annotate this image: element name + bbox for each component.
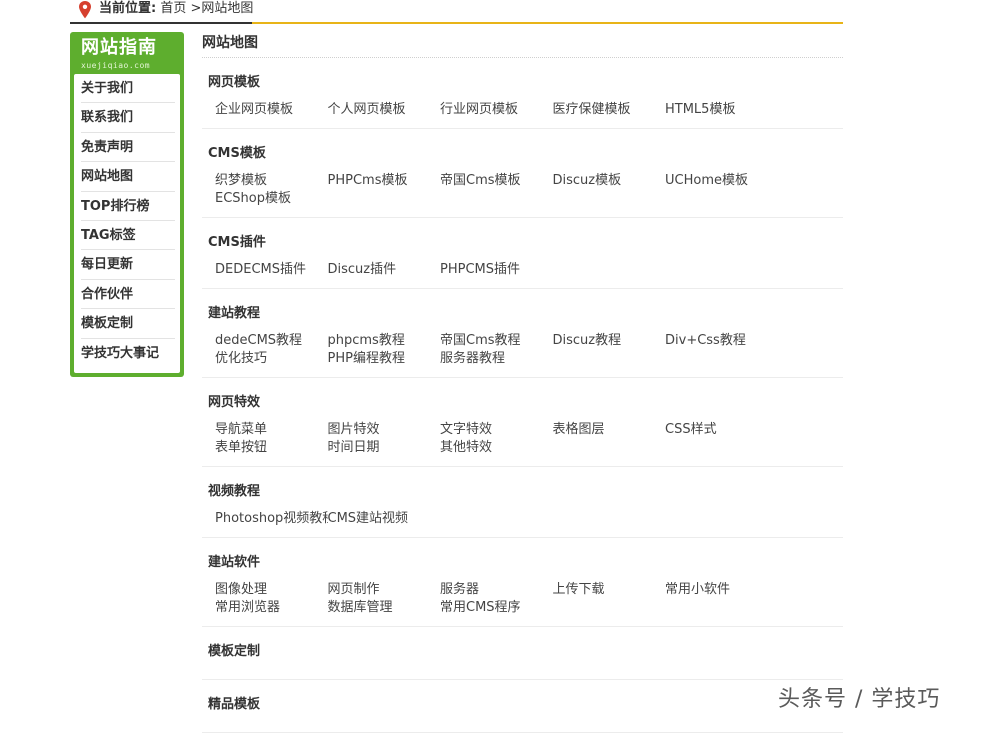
section-links: DEDECMS插件 Discuz插件 PHPCMS插件 <box>202 261 843 279</box>
sitemap-link[interactable]: 服务器 <box>440 581 553 599</box>
sitemap-link[interactable]: 常用浏览器 <box>215 599 328 617</box>
sitemap-link[interactable]: 个人网页模板 <box>328 101 441 119</box>
sitemap-link[interactable]: UCHome模板 <box>665 172 778 190</box>
sitemap-link[interactable]: 图像处理 <box>215 581 328 599</box>
sitemap-link[interactable]: 文字特效 <box>440 421 553 439</box>
breadcrumb-separator: > <box>186 1 202 16</box>
section-title: CMS插件 <box>208 235 266 250</box>
sitemap-section: CMS插件 DEDECMS插件 Discuz插件 PHPCMS插件 <box>202 218 843 289</box>
sitemap-link[interactable]: 网页制作 <box>328 581 441 599</box>
sidebar-item[interactable]: TAG标签 <box>81 221 175 251</box>
sitemap-link[interactable]: 常用CMS程序 <box>440 599 553 617</box>
sitemap-link[interactable]: Discuz模板 <box>553 172 666 190</box>
sitemap-link[interactable]: Div+Css教程 <box>665 332 778 350</box>
sitemap-link[interactable]: dedeCMS教程 <box>215 332 328 350</box>
sitemap-link[interactable]: 图片特效 <box>328 421 441 439</box>
sidebar-brand: 网站指南 xuejiqiao.com <box>70 32 184 73</box>
sitemap-section: 模板定制 <box>202 627 843 680</box>
sitemap-section: 建站教程 dedeCMS教程 phpcms教程 帝国Cms教程 Discuz教程 Div+… <box>202 289 843 378</box>
sitemap-link[interactable]: 其他特效 <box>440 439 553 457</box>
sitemap-section: CMS模板织梦模板 PHPCms模板 帝国Cms模板 Discuz模板 UCHome模板… <box>202 129 843 218</box>
sidebar-item[interactable]: 免责声明 <box>81 133 175 163</box>
section-title: 建站软件 <box>208 555 261 570</box>
breadcrumb-current-link[interactable]: 网站地图 <box>201 1 253 16</box>
watermark: 头条号 / 学技巧 <box>778 687 941 712</box>
sitemap-link[interactable]: Discuz教程 <box>553 332 666 350</box>
sitemap-sections: 网页模板 企业网页模板 个人网页模板 行业网页模板 医疗保健模板 HTML5模板 CMS模板… <box>202 58 843 733</box>
section-links: 织梦模板 PHPCms模板 帝国Cms模板 Discuz模板 UCHome模板 ECSho… <box>202 172 843 208</box>
sitemap-link[interactable]: 导航菜单 <box>215 421 328 439</box>
sitemap-link[interactable]: CSS样式 <box>665 421 778 439</box>
sidebar-item[interactable]: TOP排行榜 <box>81 192 175 221</box>
section-links: dedeCMS教程 phpcms教程 帝国Cms教程 Discuz教程 Div+Css教… <box>202 332 843 368</box>
site-guide-sidebar: 网站指南 xuejiqiao.com 关于我们 联系我们 免责声明 网站地图 TOP排行… <box>70 32 184 377</box>
page-title: 网站地图 <box>202 29 843 58</box>
sitemap-link[interactable]: 表格图层 <box>553 421 666 439</box>
sidebar-menu: 关于我们 联系我们 免责声明 网站地图 TOP排行榜 TAG标签 每日更新 合作伙伴 模板定制学… <box>74 74 180 373</box>
section-links: 企业网页模板 个人网页模板 行业网页模板 医疗保健模板 HTML5模板 <box>202 101 843 119</box>
sidebar-title: 网站指南 <box>81 37 157 58</box>
sidebar-item[interactable]: 关于我们 <box>81 74 175 104</box>
section-links: 导航菜单 图片特效 文字特效 表格图层 CSS样式表单按钮 时间日期 其他特效 <box>202 421 843 457</box>
section-title: 模板定制 <box>208 644 261 659</box>
section-links: Photoshop视频教程 CMS建站视频 <box>202 510 843 528</box>
sidebar-item[interactable]: 学技巧大事记 <box>81 339 175 368</box>
sitemap-link[interactable]: 上传下载 <box>553 581 666 599</box>
sitemap-link[interactable]: PHP编程教程 <box>328 350 441 368</box>
sitemap-link[interactable]: 表单按钮 <box>215 439 328 457</box>
sitemap-link[interactable]: Discuz插件 <box>328 261 441 279</box>
sitemap-link[interactable]: 时间日期 <box>328 439 441 457</box>
sitemap-link[interactable]: HTML5模板 <box>665 101 778 119</box>
sitemap-link[interactable]: 常用小软件 <box>665 581 778 599</box>
sitemap-link[interactable]: ECShop模板 <box>215 190 328 208</box>
sitemap-section: 建站软件图像处理 网页制作 服务器 上传下载 常用小软件常用浏览器 数据库管理 常用CMS程… <box>202 538 843 627</box>
sitemap-section: 精品模板 <box>202 680 843 733</box>
sitemap-link[interactable]: 帝国Cms教程 <box>440 332 553 350</box>
section-title: CMS模板 <box>208 146 266 161</box>
sidebar-subtitle: xuejiqiao.com <box>81 61 151 70</box>
sitemap-link[interactable]: 服务器教程 <box>440 350 553 368</box>
sidebar-item[interactable]: 每日更新 <box>81 250 175 280</box>
breadcrumb: 当前位置: 首页 >网站地图 <box>99 0 253 18</box>
sidebar-item[interactable]: 网站地图 <box>81 162 175 192</box>
breadcrumb-underline <box>70 22 252 24</box>
sitemap-link[interactable]: 行业网页模板 <box>440 101 553 119</box>
section-title: 精品模板 <box>208 697 261 712</box>
breadcrumb-label: 当前位置: <box>99 1 157 16</box>
sitemap-link[interactable]: 企业网页模板 <box>215 101 328 119</box>
sitemap-section: 网页特效导航菜单 图片特效 文字特效 表格图层 CSS样式表单按钮 时间日期 其他特效 <box>202 378 843 467</box>
sitemap-link[interactable]: 优化技巧 <box>215 350 328 368</box>
section-links: 图像处理 网页制作 服务器 上传下载 常用小软件常用浏览器 数据库管理 常用CMS程序 <box>202 581 843 617</box>
sitemap-link[interactable]: 织梦模板 <box>215 172 328 190</box>
sitemap-link[interactable]: Photoshop视频教程 <box>215 510 328 528</box>
sitemap-link[interactable]: PHPCMS插件 <box>440 261 553 279</box>
section-title: 视频教程 <box>208 484 261 499</box>
sitemap-link[interactable]: DEDECMS插件 <box>215 261 328 279</box>
sidebar-item[interactable]: 合作伙伴 <box>81 280 175 310</box>
breadcrumb-bar: 当前位置: 首页 >网站地图 <box>70 0 843 24</box>
section-title: 建站教程 <box>208 306 261 321</box>
sitemap-link[interactable]: 医疗保健模板 <box>553 101 666 119</box>
breadcrumb-home-link[interactable]: 首页 <box>160 1 186 16</box>
sitemap-link[interactable]: CMS建站视频 <box>328 510 441 528</box>
sitemap-section: 视频教程 Photoshop视频教程 CMS建站视频 <box>202 467 843 538</box>
sitemap-link[interactable]: PHPCms模板 <box>328 172 441 190</box>
sidebar-item[interactable]: 联系我们 <box>81 103 175 133</box>
section-title: 网页模板 <box>208 75 261 90</box>
sitemap-link[interactable]: phpcms教程 <box>328 332 441 350</box>
section-title: 网页特效 <box>208 395 261 410</box>
sitemap-section: 网页模板企业网页模板 个人网页模板 行业网页模板 医疗保健模板 HTML5模板 <box>202 58 843 129</box>
location-pin-icon <box>79 1 91 19</box>
sitemap-main: 网站地图 网页模板企业网页模板 个人网页模板 行业网页模板 医疗保健模板 HTML5模板… <box>202 29 843 733</box>
sidebar-item[interactable]: 模板定制 <box>81 309 175 339</box>
sitemap-link[interactable]: 数据库管理 <box>328 599 441 617</box>
sitemap-link[interactable]: 帝国Cms模板 <box>440 172 553 190</box>
